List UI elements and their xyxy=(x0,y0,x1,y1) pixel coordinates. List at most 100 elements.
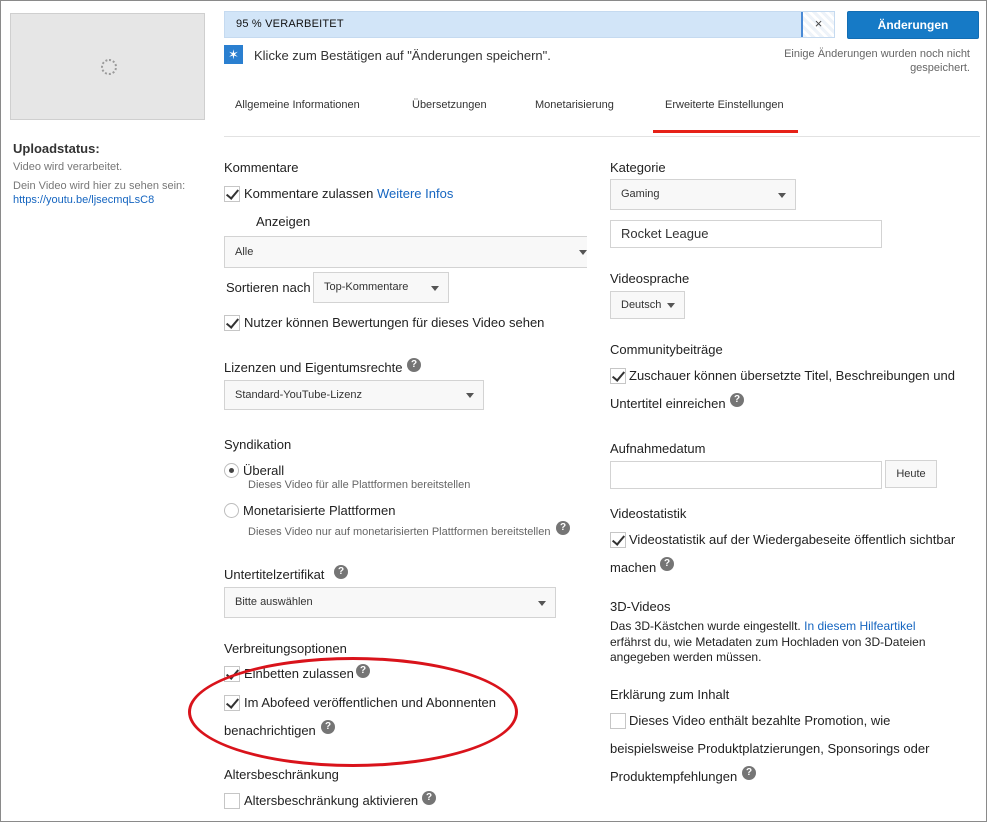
sort-comments-value: Top-Kommentare xyxy=(324,281,409,293)
today-button[interactable]: Heute xyxy=(885,460,937,488)
sort-by-label: Sortieren nach xyxy=(226,280,311,295)
video-thumbnail xyxy=(10,13,205,120)
caption-cert-value: Bitte auswählen xyxy=(235,596,313,608)
category-heading: Kategorie xyxy=(610,160,666,175)
allow-comments-text: Kommentare zulassen xyxy=(244,186,374,201)
help-icon[interactable]: ? xyxy=(407,358,421,372)
caption-cert-select[interactable]: Bitte auswählen xyxy=(224,587,556,618)
license-heading: Lizenzen und Eigentumsrechte xyxy=(224,360,403,375)
video-language-select[interactable]: Deutsch xyxy=(610,291,685,319)
upload-status-title: Uploadstatus: xyxy=(13,141,100,156)
syndication-monetized-radio[interactable] xyxy=(224,503,239,518)
3d-videos-text-line3: angegeben werden müssen. xyxy=(610,650,762,664)
show-comments-value: Alle xyxy=(235,246,254,258)
video-language-heading: Videosprache xyxy=(610,271,690,286)
recording-date-input[interactable] xyxy=(610,461,882,489)
video-stats-heading: Videostatistik xyxy=(610,506,687,521)
category-select[interactable]: Gaming xyxy=(610,179,796,210)
publish-subfeed-checkbox[interactable] xyxy=(224,695,240,711)
3d-videos-heading: 3D-Videos xyxy=(610,599,671,614)
age-restriction-heading: Altersbeschränkung xyxy=(224,767,339,782)
help-icon[interactable]: ? xyxy=(422,791,436,805)
unsaved-note-line2: gespeichert. xyxy=(910,62,970,74)
video-stats-label-line2: machen xyxy=(610,560,657,575)
help-icon[interactable]: ? xyxy=(660,557,674,571)
syndication-monetized-label: Monetarisierte Plattformen xyxy=(243,503,396,518)
allow-comments-label: Kommentare zulassen Weitere Infos xyxy=(244,186,453,201)
more-info-link[interactable]: Weitere Infos xyxy=(377,186,453,201)
save-hint-text: Klicke zum Bestätigen auf "Änderungen sp… xyxy=(254,48,551,63)
help-icon[interactable]: ? xyxy=(334,565,348,579)
chevron-down-icon xyxy=(538,600,546,606)
game-title-value: Rocket League xyxy=(621,226,709,241)
chevron-down-icon xyxy=(579,250,587,255)
age-restriction-label: Altersbeschränkung aktivieren xyxy=(244,793,419,808)
tabs-divider xyxy=(224,136,980,137)
3d-videos-text-line1: Das 3D-Kästchen wurde eingestellt. In di… xyxy=(610,619,915,633)
3d-videos-text-line2: erfährst du, wie Metadaten zum Hochladen… xyxy=(610,635,926,649)
chevron-down-icon xyxy=(431,285,439,291)
chevron-down-icon xyxy=(778,192,786,198)
syndication-everywhere-radio[interactable] xyxy=(224,463,239,478)
publish-subfeed-label-line2: benachrichtigen xyxy=(224,723,316,738)
help-icon[interactable]: ? xyxy=(321,720,335,734)
sort-comments-select[interactable]: Top-Kommentare xyxy=(313,272,449,303)
paid-promotion-label-line1: Dieses Video enthält bezahlte Promotion,… xyxy=(629,713,891,728)
video-language-value: Deutsch xyxy=(621,299,662,311)
progress-text: 95 % VERARBEITET xyxy=(236,18,344,30)
show-ratings-checkbox[interactable] xyxy=(224,315,240,331)
age-restriction-checkbox[interactable] xyxy=(224,793,240,809)
game-title-input[interactable]: Rocket League xyxy=(610,220,882,248)
tab-advanced-settings[interactable]: Erweiterte Einstellungen xyxy=(665,99,784,111)
help-article-link[interactable]: In diesem Hilfeartikel xyxy=(804,619,915,633)
unsaved-note-line1: Einige Änderungen wurden noch nicht xyxy=(784,48,970,60)
video-stats-checkbox[interactable] xyxy=(610,532,626,548)
content-declaration-heading: Erklärung zum Inhalt xyxy=(610,687,730,702)
show-comments-select[interactable]: Alle xyxy=(224,236,587,268)
help-icon[interactable]: ? xyxy=(730,393,744,407)
video-url-link[interactable]: https://youtu.be/ljsecmqLsC8 xyxy=(13,194,154,206)
caption-cert-heading: Untertitelzertifikat xyxy=(224,567,325,582)
paid-promotion-label-line2: beispielsweise Produktplatzierungen, Spo… xyxy=(610,741,930,756)
chevron-down-icon xyxy=(466,393,474,398)
paid-promotion-checkbox[interactable] xyxy=(610,713,626,729)
distribution-heading: Verbreitungsoptionen xyxy=(224,641,347,656)
syndication-heading: Syndikation xyxy=(224,437,292,452)
license-value: Standard-YouTube-Lizenz xyxy=(235,389,362,401)
cancel-processing-button[interactable]: × xyxy=(801,12,834,37)
allow-embed-label: Einbetten zulassen xyxy=(244,666,354,681)
loading-spinner-icon xyxy=(101,59,117,75)
community-heading: Communitybeiträge xyxy=(610,342,723,357)
tab-translations[interactable]: Übersetzungen xyxy=(412,99,487,111)
allow-embed-checkbox[interactable] xyxy=(224,666,240,682)
allow-comments-checkbox[interactable] xyxy=(224,186,240,202)
show-comments-label: Anzeigen xyxy=(256,214,311,229)
license-select[interactable]: Standard-YouTube-Lizenz xyxy=(224,380,484,410)
syndication-everywhere-label: Überall xyxy=(243,463,285,478)
show-ratings-label: Nutzer können Bewertungen für dieses Vid… xyxy=(244,315,545,330)
help-icon[interactable]: ? xyxy=(356,664,370,678)
comments-heading: Kommentare xyxy=(224,160,299,175)
unsaved-changes-note: Einige Änderungen wurden noch nicht gesp… xyxy=(774,47,970,75)
chevron-down-icon xyxy=(667,303,675,308)
syndication-everywhere-desc: Dieses Video für alle Plattformen bereit… xyxy=(248,479,471,491)
active-tab-indicator xyxy=(653,130,798,133)
category-value: Gaming xyxy=(621,188,660,200)
publish-subfeed-label-line1: Im Abofeed veröffentlichen und Abonnente… xyxy=(244,695,497,710)
syndication-monetized-desc: Dieses Video nur auf monetarisierten Pla… xyxy=(248,526,551,538)
help-icon[interactable]: ? xyxy=(556,521,570,535)
info-star-icon: ✶ xyxy=(224,45,243,64)
help-icon[interactable]: ? xyxy=(742,766,756,780)
community-contributions-checkbox[interactable] xyxy=(610,368,626,384)
processing-progress-bar: 95 % VERARBEITET × xyxy=(224,11,835,38)
save-changes-button[interactable]: Änderungen speichern xyxy=(847,11,979,58)
upload-status-text: Video wird verarbeitet. xyxy=(13,161,123,173)
community-label-line2: Untertitel einreichen xyxy=(610,396,726,411)
video-stats-label-line1: Videostatistik auf der Wiedergabeseite ö… xyxy=(629,532,956,547)
video-available-text: Dein Video wird hier zu sehen sein: xyxy=(13,180,186,192)
tab-general-info[interactable]: Allgemeine Informationen xyxy=(235,99,360,111)
3d-videos-text: Das 3D-Kästchen wurde eingestellt. xyxy=(610,619,801,633)
recording-date-heading: Aufnahmedatum xyxy=(610,441,706,456)
community-label-line1: Zuschauer können übersetzte Titel, Besch… xyxy=(629,368,955,383)
tab-monetization[interactable]: Monetarisierung xyxy=(535,99,614,111)
